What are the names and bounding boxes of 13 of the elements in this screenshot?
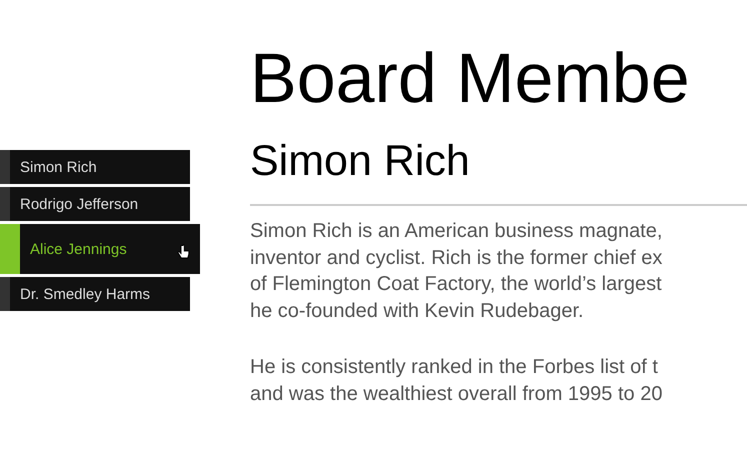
bio-text-line: and was the wealthiest overall from 1995 to 20 bbox=[250, 382, 662, 406]
sidebar-item[interactable]: Rodrigo Jefferson bbox=[0, 187, 190, 221]
sidebar-item[interactable]: Dr. Smedley Harms bbox=[0, 277, 190, 311]
hand-cursor-icon bbox=[177, 244, 190, 260]
page-title: Board Membe bbox=[250, 38, 691, 118]
bio-text-line: inventor and cyclist. Rich is the former chief ex bbox=[250, 246, 662, 270]
bio-text-line: he co-founded with Kevin Rudebager. bbox=[250, 298, 584, 324]
bio-text-line: He is consistently ranked in the Forbes list of t bbox=[250, 355, 658, 380]
bio-text-line: of Flemington Coat Factory, the world’s largest bbox=[250, 272, 662, 297]
sidebar-item[interactable]: Alice Jennings bbox=[0, 224, 200, 274]
member-name: Simon Rich bbox=[250, 136, 471, 186]
bio-text-line: Simon Rich is an American business magnate, bbox=[250, 219, 662, 244]
sidebar-item[interactable]: Simon Rich bbox=[0, 150, 190, 184]
